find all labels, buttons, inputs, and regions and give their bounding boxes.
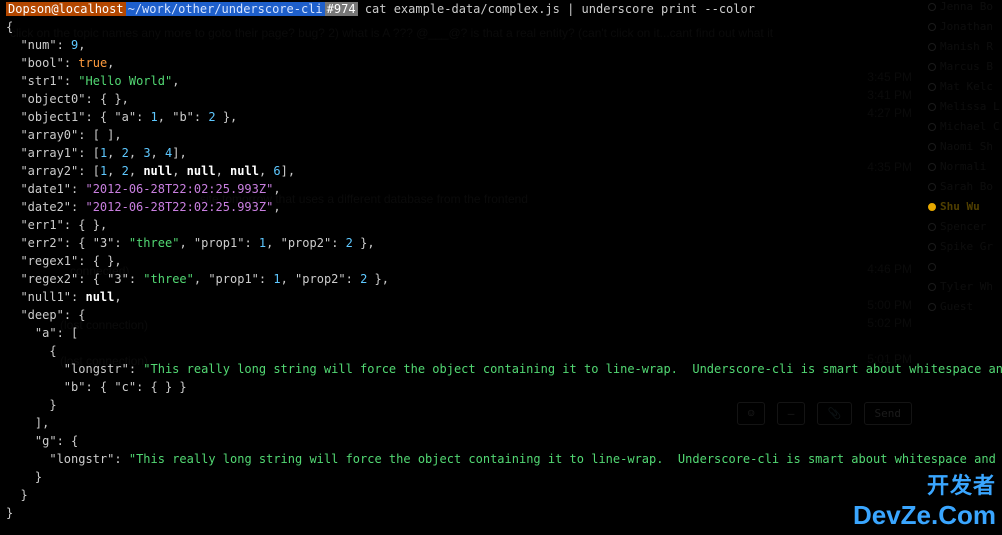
command-line: cat example-data/complex.js | underscore… <box>365 2 755 16</box>
prompt-histnum: #974 <box>325 2 358 16</box>
watermark-line1: 开发者 <box>853 468 996 500</box>
prompt-user: Dopson@localhost <box>6 2 126 16</box>
terminal[interactable]: Dopson@localhost~/work/other/underscore-… <box>0 0 1002 522</box>
prompt-path: ~/work/other/underscore-cli <box>126 2 325 16</box>
watermark-line2: DevZe.Com <box>853 500 996 531</box>
watermark: 开发者 DevZe.Com <box>853 468 996 531</box>
